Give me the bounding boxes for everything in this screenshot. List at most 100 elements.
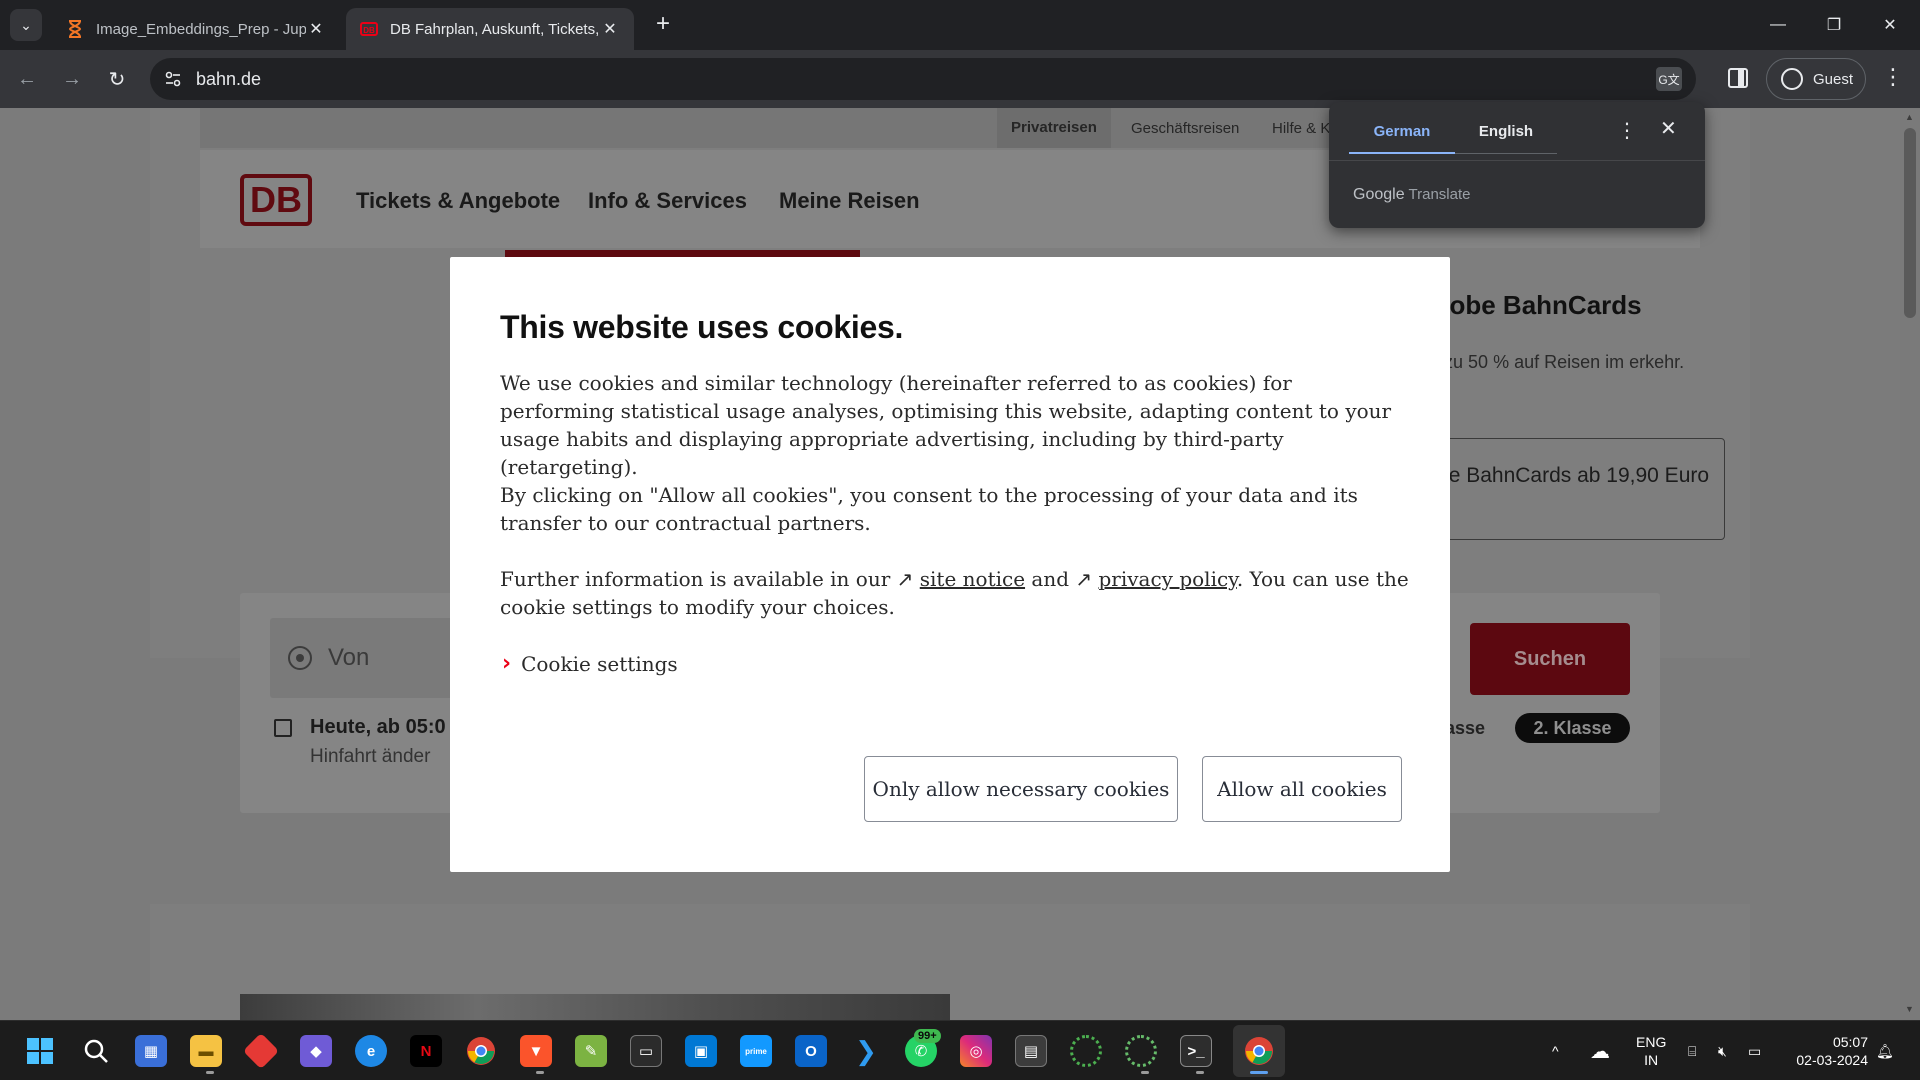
chrome-active-icon[interactable] [1243, 1035, 1275, 1067]
edge-icon[interactable]: e [355, 1035, 387, 1067]
app-circle-icon-2[interactable] [1125, 1035, 1157, 1067]
app-circle-icon-1[interactable] [1070, 1035, 1102, 1067]
top-nav-hilfe[interactable]: Hilfe & K [1272, 120, 1330, 137]
translate-popup: German English ⋮ ✕ Google Translate [1329, 102, 1705, 228]
network-icon[interactable]: ⌸ [1688, 1021, 1696, 1080]
app-purple-icon[interactable]: ◆ [300, 1035, 332, 1067]
powershell-icon[interactable]: >_ [1180, 1035, 1212, 1067]
db-favicon: DB [360, 20, 378, 38]
notification-bell-icon[interactable]: 🔔︎ [1876, 1021, 1894, 1080]
scroll-down-icon[interactable]: ▼ [1905, 1004, 1914, 1014]
prime-video-icon[interactable]: prime [740, 1035, 772, 1067]
search-button[interactable]: Suchen [1470, 623, 1630, 695]
app-red-icon[interactable] [242, 1032, 280, 1070]
volume-muted-icon[interactable]: 🔇︎ [1718, 1021, 1727, 1080]
content-image [240, 994, 950, 1020]
cookie-title: This website uses cookies. [500, 309, 904, 345]
tab-search-button[interactable]: ⌄ [10, 9, 42, 41]
allow-all-cookies-button[interactable]: Allow all cookies [1202, 756, 1402, 822]
external-link-icon: ↗ [896, 567, 914, 591]
privacy-policy-link[interactable]: privacy policy [1099, 567, 1237, 591]
chevron-up-icon[interactable]: ^ [1552, 1021, 1559, 1080]
scroll-up-icon[interactable]: ▲ [1905, 112, 1914, 122]
windows-start-icon[interactable] [24, 1035, 56, 1067]
back-icon[interactable]: ← [10, 62, 44, 96]
clock[interactable]: 05:07 02-03-2024 [1788, 1033, 1868, 1069]
file-explorer-icon[interactable]: ▬ [190, 1035, 222, 1067]
external-link-icon: ↗ [1075, 567, 1093, 591]
svg-text:DB: DB [363, 26, 375, 35]
vscode-icon[interactable]: ❯ [850, 1035, 882, 1067]
brave-icon[interactable]: ▼ [520, 1035, 552, 1067]
top-nav-privatreisen[interactable]: Privatreisen [997, 108, 1111, 148]
app-window-icon[interactable]: ▤ [1015, 1035, 1047, 1067]
netflix-icon[interactable]: N [410, 1035, 442, 1067]
language-indicator[interactable]: ENG IN [1636, 1033, 1666, 1069]
nav-tickets[interactable]: Tickets & Angebote [356, 188, 560, 214]
cookie-paragraph-2: By clicking on "Allow all cookies", you … [500, 483, 1358, 535]
translate-tab-german[interactable]: German [1349, 120, 1455, 154]
date-change-link[interactable]: Hinfahrt änder [310, 746, 430, 768]
reload-icon[interactable]: ↻ [100, 62, 134, 96]
chrome-icon[interactable] [465, 1035, 497, 1067]
nav-info[interactable]: Info & Services [588, 188, 747, 214]
profile-label: Guest [1813, 70, 1854, 88]
taskbar: ▦ ▬ ◆ e N ▼ ✎ ▭ ▣ prime O ❯ ✆ 99+ ◎ ▤ >_… [0, 1020, 1920, 1080]
outlook-icon[interactable]: O [795, 1035, 827, 1067]
google-translate-brand: Google Translate [1353, 186, 1471, 203]
close-window-button[interactable]: ✕ [1862, 0, 1918, 50]
site-info-icon[interactable] [164, 70, 182, 88]
cookie-paragraph-1: We use cookies and similar technology (h… [500, 371, 1392, 479]
more-menu-icon[interactable]: ⋮ [1882, 64, 1904, 90]
scrollbar-thumb[interactable] [1904, 128, 1916, 318]
nav-meine-reisen[interactable]: Meine Reisen [779, 188, 920, 214]
tab-title: Image_Embeddings_Prep - Jupyter [96, 20, 306, 38]
tab-db[interactable]: DB DB Fahrplan, Auskunft, Tickets, Infor… [346, 8, 634, 50]
close-tab-icon[interactable]: ✕ [600, 19, 620, 39]
browser-titlebar: ⌄ Image_Embeddings_Prep - Jupyter ✕ DB D… [0, 0, 1920, 50]
class-2-option[interactable]: 2. Klasse [1515, 713, 1630, 743]
from-placeholder: Von [328, 644, 370, 671]
url-text: bahn.de [196, 69, 262, 89]
close-tab-icon[interactable]: ✕ [306, 19, 326, 39]
minimize-button[interactable]: — [1750, 0, 1806, 50]
hourglass-icon [66, 20, 84, 38]
store-icon[interactable]: ▦ [135, 1035, 167, 1067]
notification-badge: 99+ [914, 1029, 941, 1043]
tab-jupyter[interactable]: Image_Embeddings_Prep - Jupyter ✕ [52, 8, 340, 50]
battery-icon[interactable]: ▭ [1748, 1021, 1761, 1080]
address-bar[interactable]: bahn.de G文 [150, 58, 1696, 100]
active-indicator [1250, 1071, 1268, 1074]
db-logo[interactable]: DB [240, 174, 312, 226]
date-title[interactable]: Heute, ab 05:0 [310, 716, 446, 739]
app-blue-icon[interactable]: ▣ [685, 1035, 717, 1067]
restore-button[interactable]: ❐ [1806, 0, 1862, 50]
search-icon[interactable] [80, 1035, 112, 1067]
site-notice-link[interactable]: site notice [920, 567, 1025, 591]
cookie-settings-toggle[interactable]: › Cookie settings [502, 651, 678, 676]
cookie-paragraph-3: Further information is available in our … [500, 565, 1410, 621]
onedrive-icon[interactable]: ☁ [1590, 1021, 1610, 1080]
page-scrollbar[interactable]: ▲ ▼ [1900, 108, 1920, 1020]
chevron-down-icon: ⌄ [20, 16, 32, 33]
necessary-cookies-button[interactable]: Only allow necessary cookies [864, 756, 1178, 822]
terminal-icon[interactable]: ▭ [630, 1035, 662, 1067]
divider [1329, 160, 1705, 161]
translate-tab-english[interactable]: English [1455, 120, 1557, 154]
new-tab-button[interactable]: + [650, 12, 676, 38]
running-indicator [1196, 1071, 1204, 1074]
tab-title: DB Fahrplan, Auskunft, Tickets, Informat… [390, 20, 600, 38]
app-green-icon[interactable]: ✎ [575, 1035, 607, 1067]
close-icon[interactable]: ✕ [1660, 116, 1677, 141]
running-indicator [206, 1071, 214, 1074]
instagram-icon[interactable]: ◎ [960, 1035, 992, 1067]
top-nav-geschaeftsreisen[interactable]: Geschäftsreisen [1131, 120, 1239, 137]
chevron-right-icon: › [502, 651, 512, 676]
profile-button[interactable]: Guest [1766, 58, 1866, 100]
avatar-icon [1781, 68, 1803, 90]
translate-icon[interactable]: G文 [1656, 67, 1682, 91]
and-text: and [1031, 567, 1070, 591]
translate-options-icon[interactable]: ⋮ [1617, 118, 1637, 143]
side-panel-icon[interactable] [1728, 68, 1748, 88]
forward-icon[interactable]: → [55, 62, 89, 96]
